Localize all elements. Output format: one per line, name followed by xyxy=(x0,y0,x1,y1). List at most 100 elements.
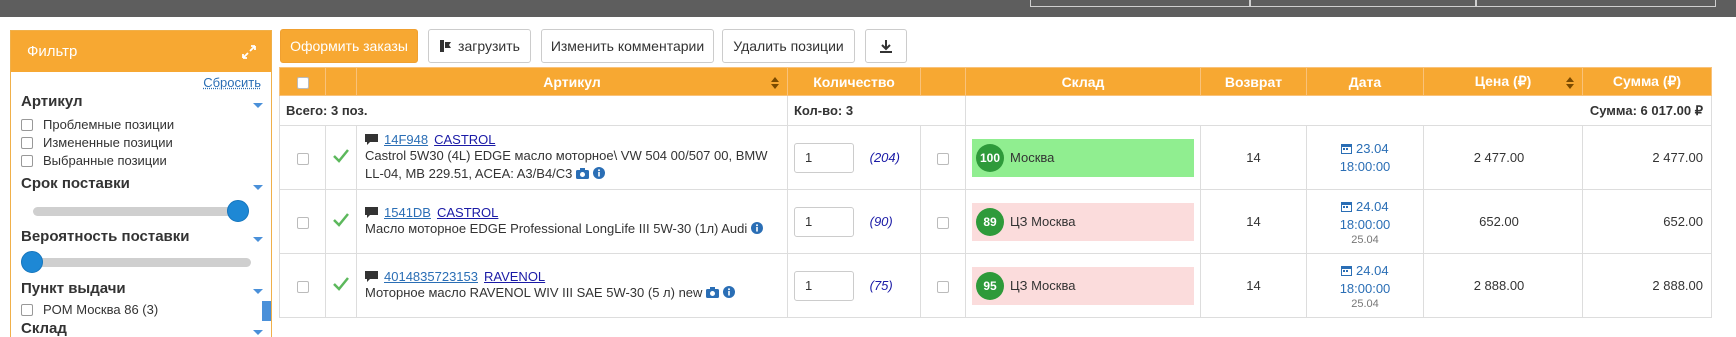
scrollbar-thumb[interactable] xyxy=(262,301,271,321)
sort-icon[interactable] xyxy=(1566,77,1574,89)
comment-icon[interactable] xyxy=(365,133,378,146)
section-delivery-probability[interactable]: Вероятность поставки xyxy=(21,228,190,245)
return-check-cell[interactable] xyxy=(920,189,966,254)
download-button[interactable] xyxy=(865,29,907,63)
delivery-probability-slider[interactable] xyxy=(33,258,251,267)
filter-option-label: Измененные позиции xyxy=(43,135,173,150)
return-value: 14 xyxy=(1200,125,1307,190)
chevron-down-icon[interactable] xyxy=(253,330,263,335)
return-header-label: Возврат xyxy=(1224,73,1283,90)
filter-option-label: Выбранные позиции xyxy=(43,153,167,168)
place-orders-button[interactable]: Оформить заказы xyxy=(280,29,418,63)
filter-title: Фильтр xyxy=(27,43,78,60)
sort-icon[interactable] xyxy=(771,77,779,89)
delivery-date-value: 24.04 xyxy=(1356,198,1389,214)
probability-badge: 100 xyxy=(976,143,1004,172)
sum-value: 652.00 xyxy=(1582,189,1712,254)
return-checkbox[interactable] xyxy=(937,152,949,165)
section-warehouse[interactable]: Склад xyxy=(21,320,67,337)
available-count: (204) xyxy=(869,150,900,165)
section-pickup-point[interactable]: Пункт выдачи xyxy=(21,280,126,297)
delivery-probability-slider-handle[interactable] xyxy=(21,251,43,273)
camera-icon[interactable] xyxy=(706,287,720,298)
brand-link[interactable]: RAVENOL xyxy=(484,269,545,284)
article-description-text: Castrol 5W30 (4L) EDGE масло моторное\ V… xyxy=(365,148,768,181)
chevron-down-icon[interactable] xyxy=(253,237,263,242)
info-icon[interactable] xyxy=(750,222,763,234)
article-code-link[interactable]: 14F948 xyxy=(384,132,428,147)
quantity-cell: 1 (204) xyxy=(787,125,921,190)
select-all-cell[interactable] xyxy=(279,67,326,96)
camera-icon[interactable] xyxy=(576,168,590,179)
row-checkbox[interactable] xyxy=(296,280,309,293)
upload-button[interactable]: загрузить xyxy=(428,29,531,63)
article-description-text: Масло моторное EDGE Professional LongLif… xyxy=(365,221,748,236)
price-column-header[interactable]: Цена (₽) xyxy=(1423,67,1583,96)
row-checkbox[interactable] xyxy=(296,152,309,165)
filter-option[interactable]: Измененные позиции xyxy=(21,135,173,150)
article-description-text: Моторное масло RAVENOL WIV III SAE 5W-30… xyxy=(365,285,703,300)
return-checkbox[interactable] xyxy=(937,280,949,293)
date-header-label: Дата xyxy=(1348,73,1382,90)
info-icon[interactable] xyxy=(592,167,605,179)
row-select-cell[interactable] xyxy=(279,125,326,190)
return-check-cell[interactable] xyxy=(920,253,966,318)
quantity-input[interactable]: 1 xyxy=(794,270,854,301)
section-delivery-time[interactable]: Срок поставки xyxy=(21,175,130,192)
quantity-input[interactable]: 1 xyxy=(794,206,854,237)
section-article[interactable]: Артикул xyxy=(21,93,83,110)
top-bar-segment[interactable] xyxy=(1030,0,1250,7)
chevron-down-icon[interactable] xyxy=(253,289,263,294)
delete-positions-button[interactable]: Удалить позиции xyxy=(722,29,855,63)
top-bar-segment[interactable] xyxy=(1250,0,1476,7)
filter-option[interactable]: POM Москва 86 (3) xyxy=(21,302,158,317)
comment-icon[interactable] xyxy=(365,270,378,283)
delivery-time-slider-handle[interactable] xyxy=(227,200,249,222)
delivery-time-slider[interactable] xyxy=(33,207,243,216)
chevron-down-icon[interactable] xyxy=(253,185,263,190)
row-select-cell[interactable] xyxy=(279,189,326,254)
article-column-header[interactable]: Артикул xyxy=(356,67,788,96)
return-check-cell[interactable] xyxy=(920,125,966,190)
filter-header: Фильтр xyxy=(11,31,271,72)
info-icon[interactable] xyxy=(722,286,735,298)
checkbox[interactable] xyxy=(21,154,33,167)
checkbox[interactable] xyxy=(21,118,33,131)
brand-link[interactable]: CASTROL xyxy=(437,205,498,220)
article-code-link[interactable]: 4014835723153 xyxy=(384,269,478,284)
return-value: 14 xyxy=(1200,189,1307,254)
warehouse-header-label: Склад xyxy=(1061,73,1105,90)
date-cell: 24.04 18:00:00 25.04 xyxy=(1306,253,1424,318)
calendar-icon xyxy=(1341,143,1353,154)
delivery-time: 18:00:00 xyxy=(1339,216,1391,232)
reset-link[interactable]: Сбросить xyxy=(203,75,261,90)
article-description: Масло моторное EDGE Professional LongLif… xyxy=(365,220,781,238)
filter-option[interactable]: Выбранные позиции xyxy=(21,153,167,168)
total-sum: Сумма: 6 017.00 ₽ xyxy=(965,95,1712,126)
brand-link[interactable]: CASTROL xyxy=(434,132,495,147)
row-select-cell[interactable] xyxy=(279,253,326,318)
quantity-input[interactable]: 1 xyxy=(794,142,854,173)
totals-row: Всего: 3 поз. Кол-во: 3 Сумма: 6 017.00 … xyxy=(279,95,1712,126)
row-checkbox[interactable] xyxy=(296,216,309,229)
check-icon xyxy=(333,277,349,291)
checkbox[interactable] xyxy=(21,303,33,316)
checkbox[interactable] xyxy=(21,136,33,149)
filter-option[interactable]: Проблемные позиции xyxy=(21,117,174,132)
comment-icon[interactable] xyxy=(365,206,378,219)
quantity-header-label: Количество xyxy=(813,73,895,90)
collapse-icon[interactable] xyxy=(241,44,257,60)
chevron-down-icon[interactable] xyxy=(253,103,263,108)
warehouse-name: ЦЗ Москва xyxy=(1010,278,1076,293)
top-bar-segment[interactable] xyxy=(1476,0,1716,7)
delivery-date-value: 23.04 xyxy=(1356,140,1389,156)
article-code-link[interactable]: 1541DB xyxy=(384,205,431,220)
change-comments-button[interactable]: Изменить комментарии xyxy=(541,29,714,63)
check-icon xyxy=(333,213,349,227)
return-checkbox[interactable] xyxy=(937,216,949,229)
warehouse-cell: 89 ЦЗ Москва xyxy=(965,189,1201,254)
check-icon xyxy=(333,149,349,163)
place-orders-label: Оформить заказы xyxy=(290,38,408,54)
select-all-checkbox[interactable] xyxy=(296,76,309,89)
quantity-column-header: Количество xyxy=(787,67,921,96)
